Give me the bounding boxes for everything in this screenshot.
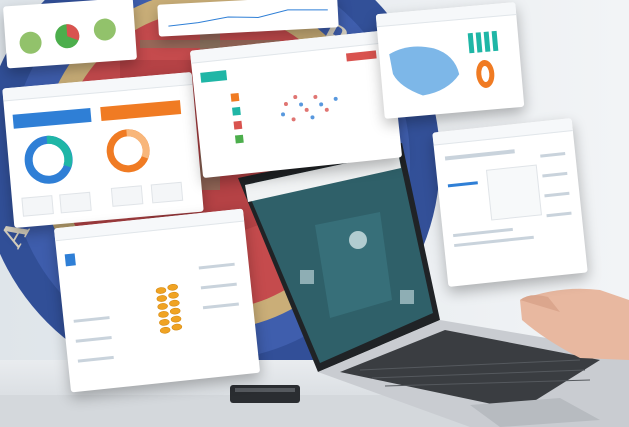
pie-chart-row: [19, 18, 116, 54]
dashboard-card-coins: [53, 208, 261, 393]
map-icon: [389, 30, 499, 96]
coin-stack-icon: [64, 253, 239, 363]
dashboard-card-network: [189, 29, 403, 179]
donut-panels: [12, 100, 184, 217]
list-content: [444, 149, 572, 248]
photo-scene: U R G A F F: [0, 0, 629, 427]
dashboard-card-map: [375, 2, 525, 119]
dashboard-card-list: [432, 118, 588, 287]
dashboard-card-main: [2, 71, 204, 229]
network-graph-icon: [200, 50, 377, 144]
dashboard-card-donuts: [2, 0, 138, 69]
